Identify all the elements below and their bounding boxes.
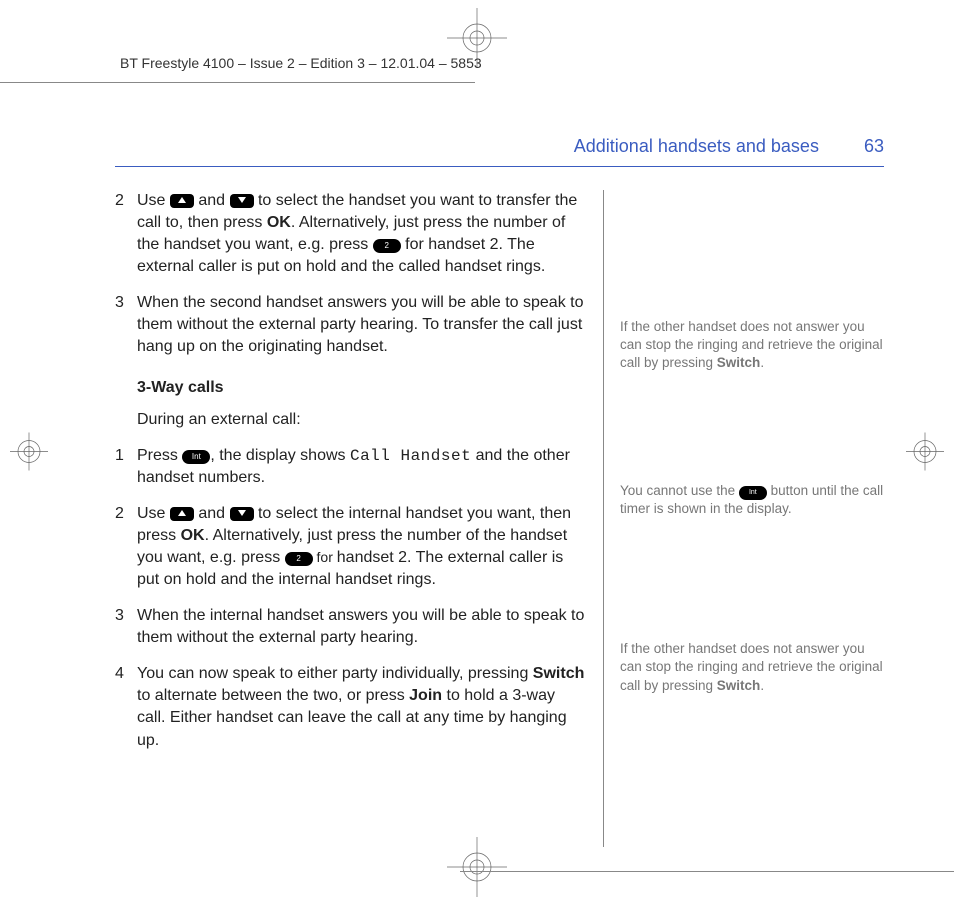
int-key-icon: Int	[182, 450, 210, 464]
up-key-icon	[170, 194, 194, 208]
key-2-icon: 2	[285, 552, 313, 566]
step-number: 1	[115, 445, 137, 489]
display-text: Call Handset	[350, 447, 471, 465]
key-2-icon: 2	[373, 239, 401, 253]
side-note-2: You cannot use the Int button until the …	[620, 482, 884, 518]
side-note-1: If the other handset does not answer you…	[620, 318, 884, 373]
up-key-icon	[170, 507, 194, 521]
side-column: If the other handset does not answer you…	[604, 190, 884, 847]
step-3: 3 When the second handset answers you wi…	[115, 292, 585, 358]
side-note-3: If the other handset does not answer you…	[620, 640, 884, 695]
header-rule	[115, 166, 884, 167]
switch-label: Switch	[717, 355, 761, 370]
intro-text: During an external call:	[137, 409, 585, 431]
subheading: 3-Way calls	[137, 377, 585, 399]
switch-label: Switch	[533, 665, 585, 682]
step-number: 4	[115, 663, 137, 751]
step-2b: 2 Use and to select the internal handset…	[115, 503, 585, 591]
step-body: You can now speak to either party indivi…	[137, 663, 585, 751]
step-body: When the internal handset answers you wi…	[137, 605, 585, 649]
ok-label: OK	[267, 214, 291, 231]
page-header: Additional handsets and bases 63	[574, 136, 884, 157]
main-column: 2 Use and to select the handset you want…	[115, 190, 604, 847]
document-meta: BT Freestyle 4100 – Issue 2 – Edition 3 …	[120, 55, 482, 71]
step-body: Use and to select the handset you want t…	[137, 190, 585, 278]
step-number: 3	[115, 292, 137, 358]
switch-label: Switch	[717, 678, 761, 693]
step-number: 3	[115, 605, 137, 649]
page-number: 63	[864, 136, 884, 156]
crop-mark-left	[10, 432, 48, 475]
step-1: 1 Press Int, the display shows Call Hand…	[115, 445, 585, 489]
int-key-icon: Int	[739, 486, 767, 500]
header-trim-line	[0, 82, 475, 83]
step-3b: 3 When the internal handset answers you …	[115, 605, 585, 649]
step-body: Use and to select the internal handset y…	[137, 503, 585, 591]
join-label: Join	[409, 687, 442, 704]
step-2: 2 Use and to select the handset you want…	[115, 190, 585, 278]
step-number: 2	[115, 190, 137, 278]
step-body: Press Int, the display shows Call Handse…	[137, 445, 585, 489]
step-number: 2	[115, 503, 137, 591]
down-key-icon	[230, 194, 254, 208]
footer-trim-line	[460, 871, 954, 872]
down-key-icon	[230, 507, 254, 521]
step-body: When the second handset answers you will…	[137, 292, 585, 358]
step-4: 4 You can now speak to either party indi…	[115, 663, 585, 751]
crop-mark-right	[906, 432, 944, 475]
content-area: 2 Use and to select the handset you want…	[115, 190, 884, 847]
ok-label: OK	[181, 527, 205, 544]
section-title: Additional handsets and bases	[574, 136, 819, 156]
